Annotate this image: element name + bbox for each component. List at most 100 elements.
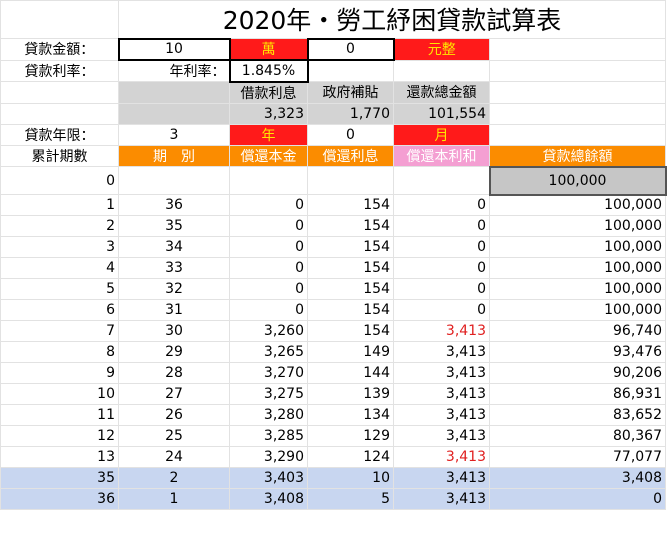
interest-cell[interactable]: 129	[307, 425, 394, 447]
interest-cell[interactable]: 144	[307, 362, 394, 384]
payment-cell[interactable]: 0	[393, 278, 490, 300]
balance-cell[interactable]: 100,000	[489, 299, 666, 321]
interest-cell[interactable]: 154	[307, 320, 394, 342]
term-months-input[interactable]: 0	[307, 123, 394, 146]
principal-cell[interactable]: 3,260	[229, 320, 308, 342]
interest-cell[interactable]: 154	[307, 194, 394, 216]
balance-cell[interactable]: 83,652	[489, 404, 666, 426]
balance-cell[interactable]: 3,408	[489, 467, 666, 489]
interest-cell[interactable]: 154	[307, 236, 394, 258]
interest-cell[interactable]: 154	[307, 278, 394, 300]
interest-cell[interactable]: 154	[307, 257, 394, 279]
empty-cell[interactable]	[118, 81, 230, 104]
principal-cell[interactable]: 3,275	[229, 383, 308, 405]
principal-cell[interactable]: 3,290	[229, 446, 308, 468]
period-cell[interactable]: 33	[118, 257, 230, 279]
empty-cell[interactable]	[489, 102, 666, 125]
cumulative-period-cell[interactable]: 36	[0, 488, 119, 510]
period-cell[interactable]: 36	[118, 194, 230, 216]
cumulative-period-cell[interactable]: 9	[0, 362, 119, 384]
payment-cell[interactable]: 3,413	[393, 446, 490, 468]
empty-cell[interactable]	[307, 166, 394, 195]
period-cell[interactable]: 34	[118, 236, 230, 258]
period-cell[interactable]: 35	[118, 215, 230, 237]
empty-cell[interactable]	[489, 81, 666, 104]
balance-cell[interactable]: 93,476	[489, 341, 666, 363]
principal-cell[interactable]: 0	[229, 236, 308, 258]
payment-cell[interactable]: 0	[393, 194, 490, 216]
interest-cell[interactable]: 134	[307, 404, 394, 426]
cumulative-period-cell[interactable]: 12	[0, 425, 119, 447]
payment-cell[interactable]: 3,413	[393, 404, 490, 426]
loan-amount-input[interactable]: 10	[117, 37, 231, 61]
period-cell[interactable]: 2	[118, 467, 230, 489]
period-cell[interactable]: 28	[118, 362, 230, 384]
empty-cell[interactable]	[0, 102, 119, 125]
empty-cell[interactable]	[489, 38, 666, 61]
principal-cell[interactable]: 3,408	[229, 488, 308, 510]
balance-cell[interactable]: 100,000	[489, 278, 666, 300]
empty-cell[interactable]	[489, 123, 666, 146]
payment-cell[interactable]: 3,413	[393, 320, 490, 342]
principal-cell[interactable]: 3,285	[229, 425, 308, 447]
payment-cell[interactable]: 3,413	[393, 467, 490, 489]
cumulative-period-cell[interactable]: 13	[0, 446, 119, 468]
cumulative-period-cell[interactable]: 35	[0, 467, 119, 489]
empty-cell[interactable]	[118, 102, 230, 125]
annual-rate-input[interactable]: 1.845%	[228, 59, 309, 83]
balance-cell[interactable]: 80,367	[489, 425, 666, 447]
interest-cell[interactable]: 149	[307, 341, 394, 363]
interest-cell[interactable]: 154	[307, 299, 394, 321]
cumulative-period-cell[interactable]: 6	[0, 299, 119, 321]
principal-cell[interactable]: 0	[229, 257, 308, 279]
empty-cell[interactable]	[393, 59, 490, 82]
payment-cell[interactable]: 0	[393, 236, 490, 258]
empty-cell[interactable]	[393, 166, 490, 195]
term-years-input[interactable]: 3	[118, 123, 230, 146]
period-cell[interactable]: 32	[118, 278, 230, 300]
balance-cell[interactable]: 100,000	[489, 194, 666, 216]
period-cell[interactable]: 29	[118, 341, 230, 363]
balance-cell[interactable]: 86,931	[489, 383, 666, 405]
period-cell[interactable]: 30	[118, 320, 230, 342]
payment-cell[interactable]: 3,413	[393, 425, 490, 447]
interest-cell[interactable]: 5	[307, 488, 394, 510]
balance-cell[interactable]: 77,077	[489, 446, 666, 468]
principal-cell[interactable]: 0	[229, 299, 308, 321]
loan-amount-extra-input[interactable]: 0	[306, 37, 395, 61]
principal-cell[interactable]: 3,270	[229, 362, 308, 384]
empty-cell[interactable]	[307, 59, 394, 82]
period-cell[interactable]: 27	[118, 383, 230, 405]
balance-cell[interactable]: 96,740	[489, 320, 666, 342]
period-cell[interactable]: 24	[118, 446, 230, 468]
payment-cell[interactable]: 3,413	[393, 362, 490, 384]
cumulative-period-cell[interactable]: 2	[0, 215, 119, 237]
balance-cell[interactable]: 100,000	[489, 257, 666, 279]
cumulative-period-cell[interactable]: 8	[0, 341, 119, 363]
cumulative-period-cell[interactable]: 3	[0, 236, 119, 258]
interest-cell[interactable]: 154	[307, 215, 394, 237]
period-cell[interactable]: 31	[118, 299, 230, 321]
principal-cell[interactable]: 3,403	[229, 467, 308, 489]
cumulative-period-cell[interactable]: 11	[0, 404, 119, 426]
interest-cell[interactable]: 124	[307, 446, 394, 468]
payment-cell[interactable]: 3,413	[393, 488, 490, 510]
interest-cell[interactable]: 139	[307, 383, 394, 405]
payment-cell[interactable]: 0	[393, 257, 490, 279]
principal-cell[interactable]: 0	[229, 215, 308, 237]
cumulative-period-cell[interactable]: 4	[0, 257, 119, 279]
balance-cell[interactable]: 100,000	[489, 215, 666, 237]
balance-cell[interactable]: 0	[489, 488, 666, 510]
principal-cell[interactable]: 0	[229, 278, 308, 300]
empty-cell[interactable]	[0, 81, 119, 104]
period-cell[interactable]: 1	[118, 488, 230, 510]
cumulative-period-cell[interactable]: 10	[0, 383, 119, 405]
principal-cell[interactable]: 3,280	[229, 404, 308, 426]
empty-cell[interactable]	[229, 166, 308, 195]
balance-cell[interactable]: 100,000	[489, 236, 666, 258]
payment-cell[interactable]: 3,413	[393, 341, 490, 363]
interest-cell[interactable]: 10	[307, 467, 394, 489]
balance-cell[interactable]: 90,206	[489, 362, 666, 384]
principal-cell[interactable]: 0	[229, 194, 308, 216]
principal-cell[interactable]: 3,265	[229, 341, 308, 363]
